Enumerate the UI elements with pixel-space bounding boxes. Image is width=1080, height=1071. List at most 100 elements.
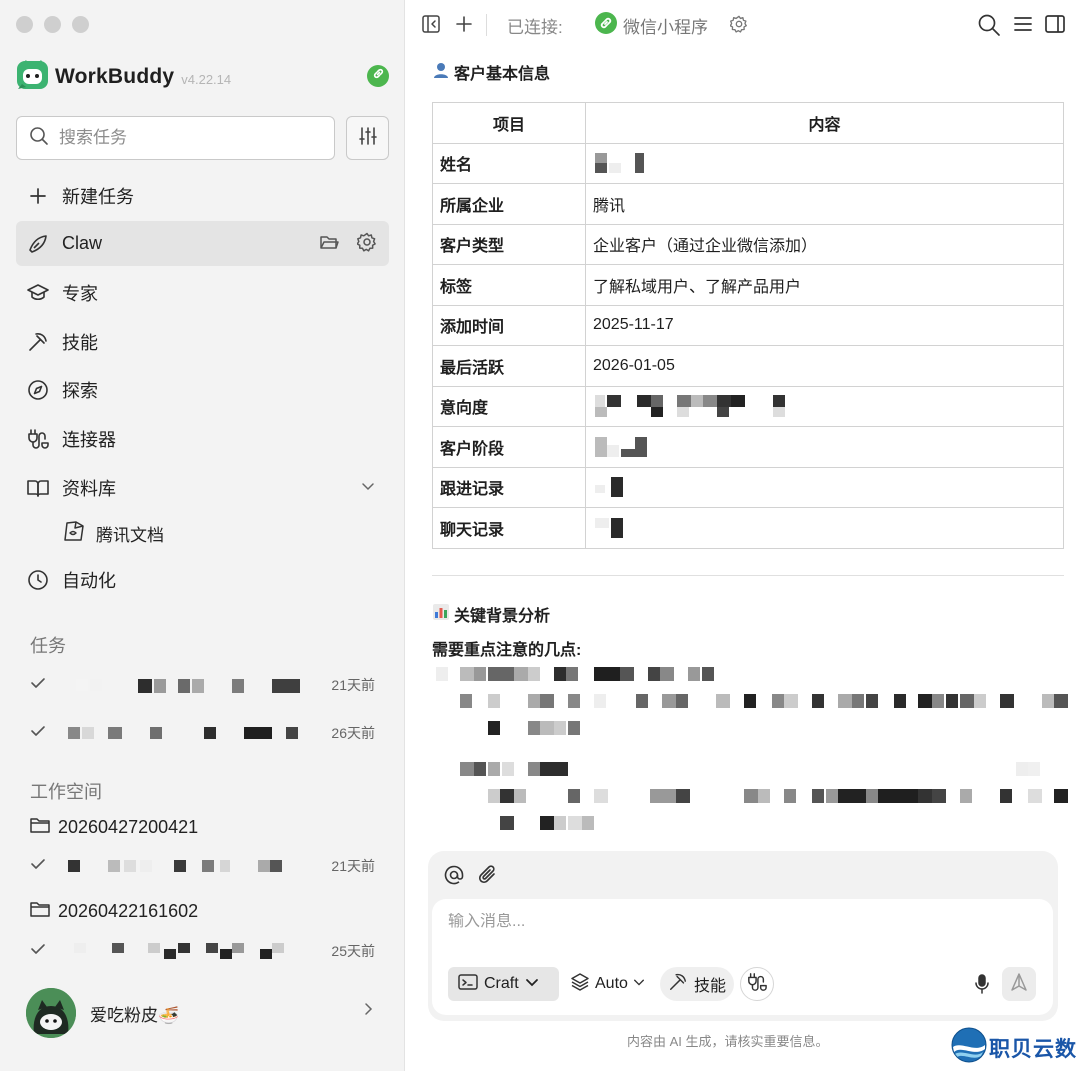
message-content: 客户基本信息 项目 内容 姓名 所属企业 腾讯 客户类型 企业客户（通过企业微信… — [432, 60, 1064, 549]
mention-icon[interactable] — [444, 865, 464, 890]
search-input[interactable] — [59, 128, 309, 148]
check-icon — [30, 941, 46, 962]
table-row: 姓名 — [432, 142, 1064, 184]
connected-app-chip[interactable]: 微信小程序 — [595, 12, 708, 39]
pickaxe-icon — [26, 330, 50, 354]
sidebar-item-skills[interactable]: 技能 — [16, 319, 389, 364]
analysis-title: 关键背景分析 — [454, 608, 551, 625]
message-input[interactable] — [448, 913, 1008, 931]
connection-status-button[interactable] — [367, 65, 389, 87]
table-row: 客户类型 企业客户（通过企业微信添加） — [432, 223, 1064, 265]
chevron-down-icon[interactable] — [361, 479, 375, 498]
window-controls — [16, 16, 89, 33]
connected-label: 已连接: — [507, 18, 563, 37]
new-task-button[interactable]: 新建任务 — [16, 173, 389, 218]
task-row[interactable]: 21天前 — [30, 670, 380, 700]
send-button[interactable] — [1002, 967, 1036, 1001]
automation-label: 自动化 — [62, 570, 116, 591]
sidebar-item-tencent-docs[interactable]: 腾讯文档 — [62, 518, 164, 548]
redacted-task-title — [60, 943, 300, 961]
row-value: 2026-01-05 — [585, 345, 1064, 387]
bar-chart-icon — [432, 603, 450, 626]
app-window: WorkBuddy v4.22.14 新建任务 — [0, 0, 1080, 1071]
row-key: 添加时间 — [432, 304, 586, 346]
tasks-section-title: 任务 — [30, 636, 66, 656]
paperclip-icon[interactable] — [478, 865, 498, 890]
top-bar: 已连接: 微信小程序 — [405, 0, 1080, 50]
mode-selector[interactable]: Craft — [448, 967, 559, 1001]
explore-label: 探索 — [62, 380, 98, 401]
ai-disclaimer: 内容由 AI 生成，请核实重要信息。 — [627, 1034, 829, 1049]
chevron-right-icon[interactable] — [362, 1002, 374, 1021]
chevron-down-icon — [525, 975, 539, 994]
sidebar-item-automation[interactable]: 自动化 — [16, 557, 389, 602]
task-search[interactable] — [16, 116, 335, 160]
clock-icon — [26, 568, 50, 592]
row-key: 最后活跃 — [432, 345, 586, 387]
pickaxe-icon — [668, 972, 688, 997]
user-profile[interactable]: 爱吃粉皮🍜 — [26, 988, 179, 1038]
row-key: 意向度 — [432, 385, 586, 427]
gear-icon[interactable] — [729, 15, 748, 38]
chevron-down-icon — [633, 975, 645, 993]
task-row[interactable]: 25天前 — [30, 936, 380, 966]
minimize-window-button[interactable] — [44, 16, 61, 33]
redacted-text-line — [488, 721, 580, 735]
panel-toggle-icon[interactable] — [1044, 13, 1066, 40]
sidebar-item-claw[interactable]: Claw — [16, 221, 389, 266]
sidebar-item-connectors[interactable]: 连接器 — [16, 416, 389, 461]
zoom-window-button[interactable] — [72, 16, 89, 33]
workspace-section-title: 工作空间 — [30, 782, 102, 802]
send-icon — [1009, 972, 1029, 997]
skills-button[interactable]: 技能 — [660, 967, 735, 1001]
claw-label: Claw — [62, 233, 103, 253]
plus-icon[interactable] — [454, 13, 474, 40]
brand: WorkBuddy v4.22.14 — [16, 58, 231, 96]
redacted-task-title — [60, 858, 300, 874]
check-icon — [30, 856, 46, 877]
task-time: 26天前 — [331, 725, 375, 741]
compass-icon — [26, 378, 50, 402]
sidebar-collapse-icon[interactable] — [421, 13, 441, 40]
app-version: v4.22.14 — [181, 72, 232, 87]
search-icon[interactable] — [977, 13, 1001, 42]
customer-info-table: 项目 内容 姓名 所属企业 腾讯 客户类型 企业客户（通过企业微信添加） 标签 … — [432, 102, 1064, 549]
row-key: 客户阶段 — [432, 426, 586, 468]
sidebar-item-explore[interactable]: 探索 — [16, 367, 389, 412]
plug-icon — [747, 972, 767, 997]
table-row: 最后活跃 2026-01-05 — [432, 345, 1064, 387]
sidebar-item-expert[interactable]: 专家 — [16, 270, 389, 315]
task-row[interactable]: 21天前 — [30, 851, 380, 881]
customer-info-heading: 客户基本信息 — [432, 60, 1064, 84]
avatar — [26, 988, 76, 1038]
task-time: 21天前 — [331, 677, 375, 693]
row-value-redacted — [585, 507, 1064, 549]
task-row[interactable]: 26天前 — [30, 718, 380, 748]
workspace-folder[interactable]: 20260422161602 — [30, 900, 198, 923]
workspace-folder[interactable]: 20260427200421 — [30, 816, 198, 839]
redacted-text-line — [488, 789, 1068, 803]
table-header-row: 项目 内容 — [432, 102, 1064, 144]
graduation-cap-icon — [26, 281, 50, 305]
composer-input-area: Craft Auto 技能 — [432, 899, 1053, 1015]
model-label: Auto — [595, 975, 628, 992]
row-value: 2025-11-17 — [585, 304, 1064, 346]
gear-icon[interactable] — [356, 232, 377, 257]
tencent-docs-icon — [62, 520, 86, 547]
row-value-redacted — [585, 466, 1064, 508]
analysis-heading: 关键背景分析 — [432, 602, 550, 626]
folder-open-icon[interactable] — [319, 232, 339, 257]
microphone-icon[interactable] — [974, 974, 990, 999]
message-composer: Craft Auto 技能 — [428, 851, 1058, 1021]
filter-button[interactable] — [346, 116, 389, 160]
list-icon[interactable] — [1012, 13, 1034, 40]
connector-button[interactable] — [740, 967, 774, 1001]
sidebar-item-library[interactable]: 资料库 — [16, 465, 389, 510]
row-key: 客户类型 — [432, 223, 586, 265]
mode-label: Craft — [484, 975, 519, 992]
model-selector[interactable]: Auto — [570, 967, 645, 1001]
task-time: 21天前 — [331, 858, 375, 874]
layers-icon — [570, 972, 590, 997]
close-window-button[interactable] — [16, 16, 33, 33]
row-key: 跟进记录 — [432, 466, 586, 508]
